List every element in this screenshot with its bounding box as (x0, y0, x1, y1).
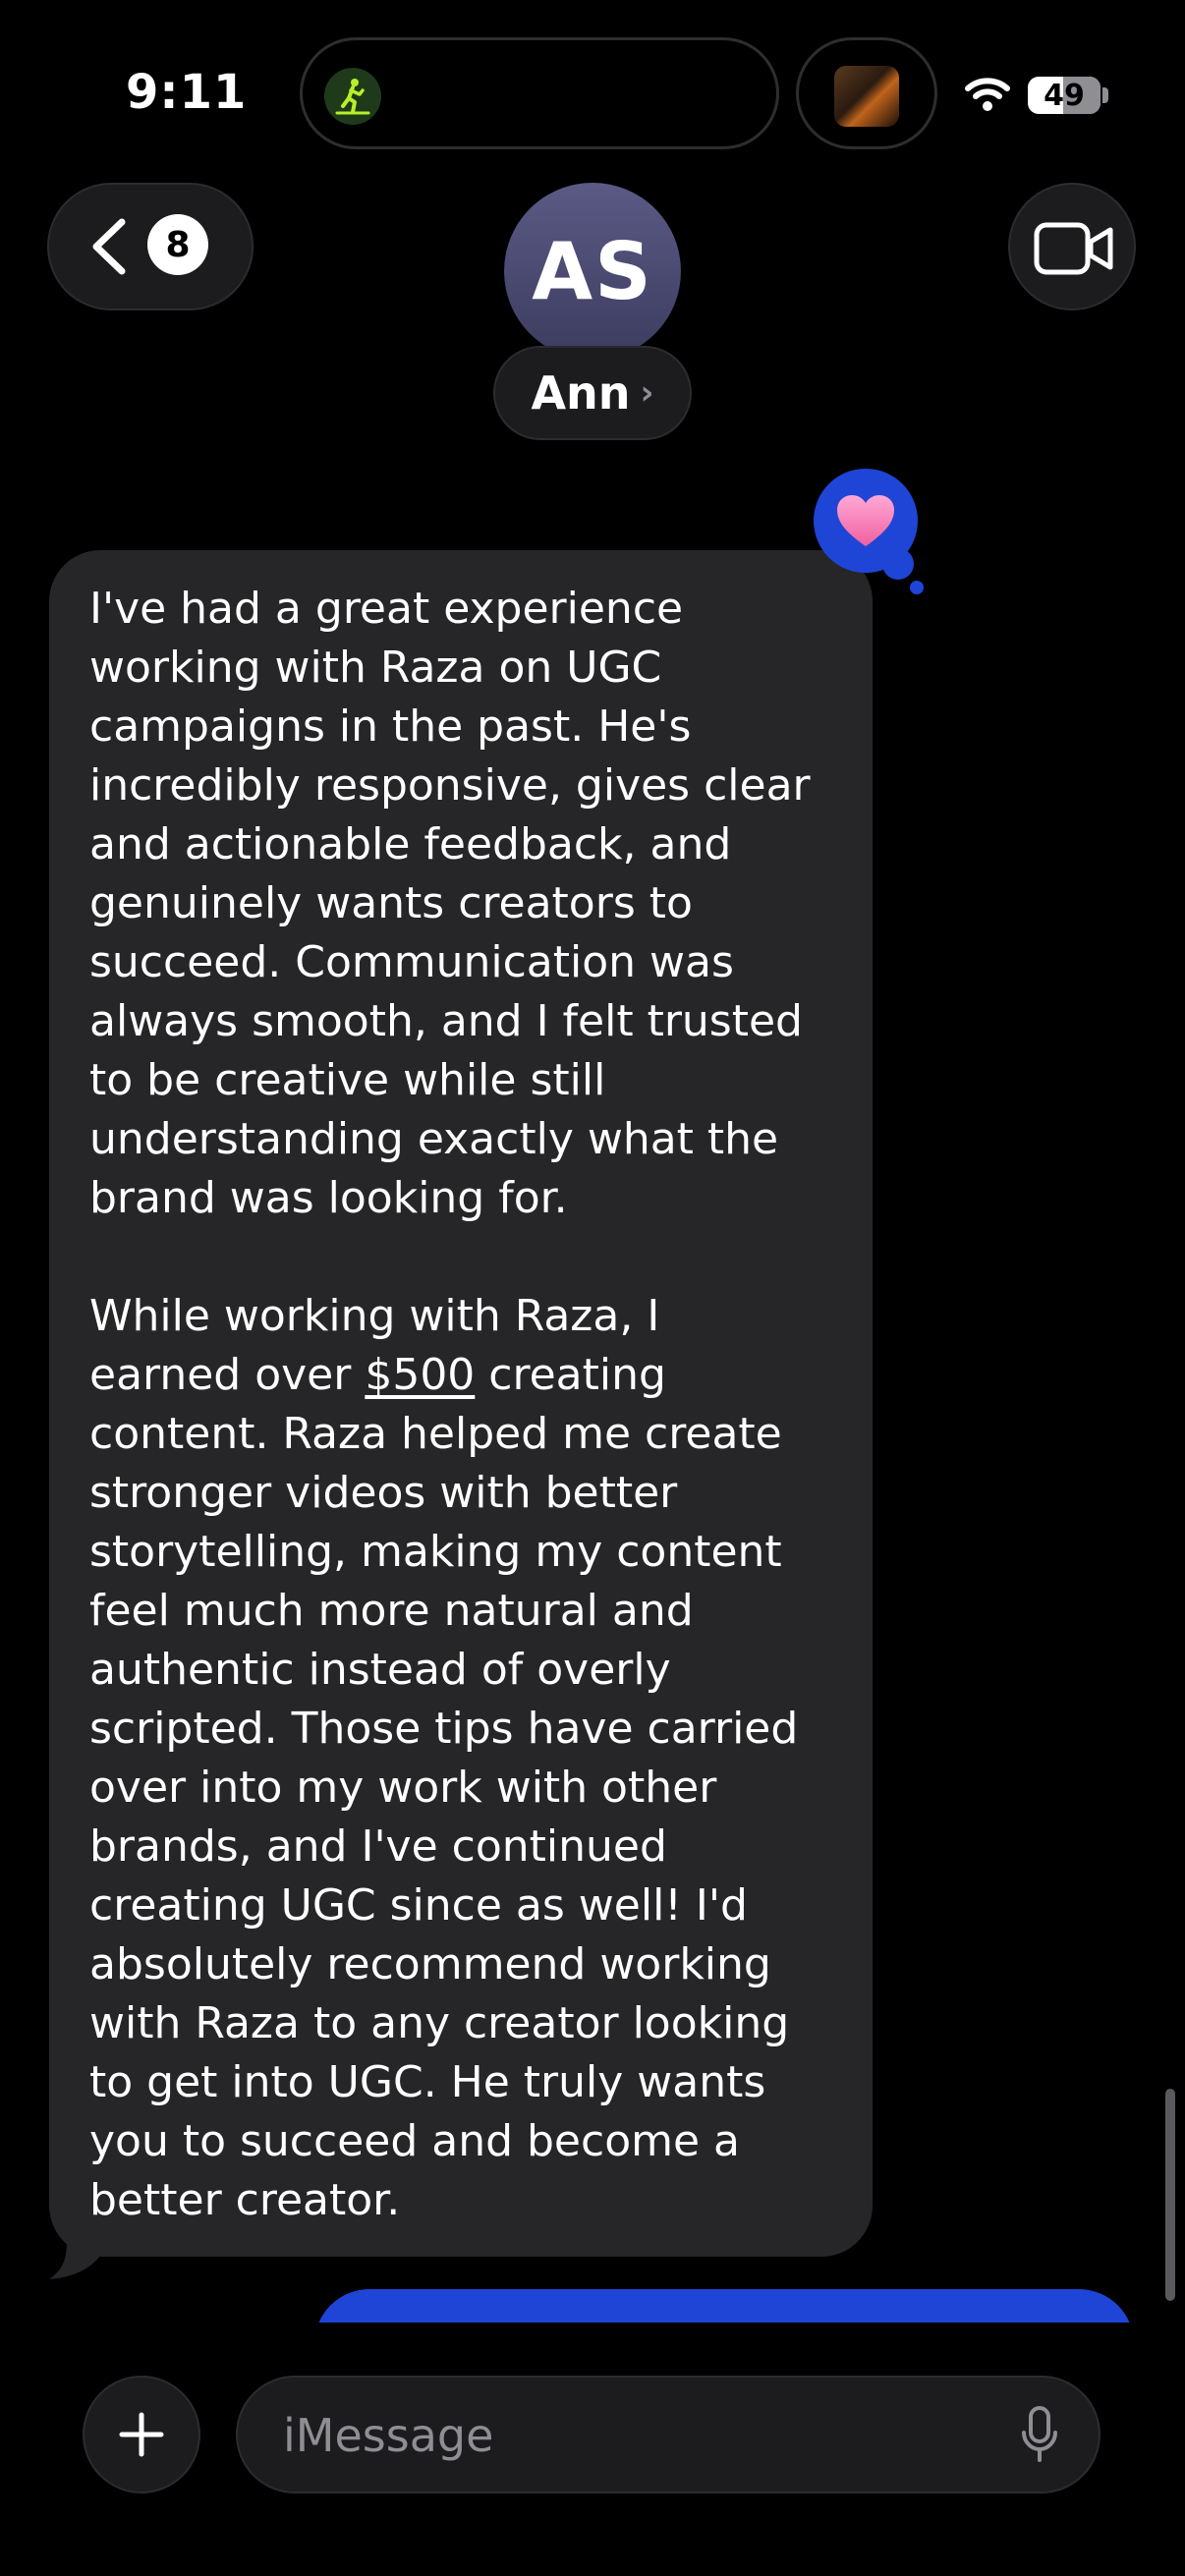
tapback-tail-dot-small (910, 581, 924, 594)
battery-tip (1102, 87, 1108, 103)
now-playing-thumbnail (834, 66, 899, 127)
video-camera-icon (1034, 222, 1113, 275)
heart-icon (837, 495, 894, 546)
battery-level: 49 (1044, 78, 1085, 113)
contact-name: Ann (531, 366, 631, 420)
unread-count-badge: 8 (147, 214, 208, 275)
chevron-right-icon: › (640, 373, 654, 413)
treadmill-walk-icon (324, 68, 381, 125)
add-attachment-button[interactable] (83, 2376, 200, 2493)
message-text: creating content. Raza helped me create … (89, 1350, 799, 2225)
tapback-tail-dot (882, 548, 914, 580)
received-message-bubble[interactable]: I've had a great experience working with… (49, 550, 873, 2257)
plus-icon (119, 2412, 164, 2457)
microphone-icon[interactable] (1020, 2405, 1059, 2464)
battery-indicator: 49 (1028, 77, 1100, 114)
message-input-placeholder: iMessage (283, 2409, 494, 2462)
facetime-video-button[interactable] (1008, 183, 1136, 310)
dynamic-island[interactable] (300, 37, 779, 149)
contact-name-button[interactable]: Ann › (493, 346, 692, 440)
back-button[interactable]: 8 (47, 183, 254, 310)
amount-link[interactable]: $500 (365, 1350, 475, 1400)
message-input[interactable]: iMessage (236, 2376, 1100, 2493)
message-paragraph: While working with Raza, I earned over $… (89, 1287, 835, 2230)
wifi-icon (965, 78, 1010, 111)
contact-avatar[interactable]: AS (504, 183, 681, 360)
scroll-indicator[interactable] (1165, 2089, 1175, 2301)
message-paragraph: I've had a great experience working with… (89, 584, 811, 1223)
chevron-left-icon (92, 218, 126, 275)
now-playing-island[interactable] (796, 37, 937, 149)
status-time: 9:11 (126, 65, 248, 120)
